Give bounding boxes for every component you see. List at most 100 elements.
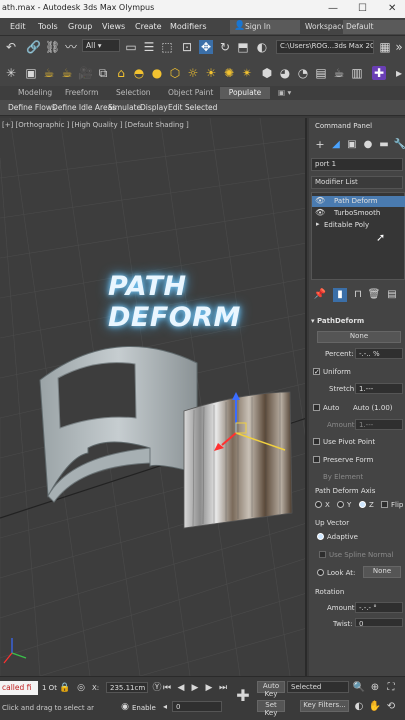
show-end-result-icon[interactable]: ▮ <box>333 288 347 302</box>
undo-icon[interactable]: ↶ <box>4 40 18 54</box>
tab-freeform[interactable]: Freeform <box>65 88 98 97</box>
scale-icon[interactable]: ⬒ <box>236 40 250 54</box>
hierarchy-tab-icon[interactable]: ▣ <box>345 138 359 152</box>
environment-icon[interactable]: ◔ <box>296 66 310 80</box>
tab-modeling[interactable]: Modeling <box>18 88 52 97</box>
tab-object-paint[interactable]: Object Paint <box>168 88 213 97</box>
preserve-form-checkbox[interactable] <box>313 456 320 463</box>
rotation-amount-spinner[interactable]: -.-.- ° <box>355 602 403 613</box>
key-set-dropdown[interactable]: Selected <box>287 681 349 693</box>
look-at-button[interactable]: None <box>363 566 401 578</box>
prev-frame-icon[interactable]: ◀ <box>174 681 188 695</box>
remove-modifier-icon[interactable]: 🗑 <box>367 288 381 302</box>
look-at-radio[interactable] <box>317 569 324 576</box>
twist-spinner[interactable]: 0 <box>355 618 403 627</box>
display-button[interactable]: Display <box>140 103 168 112</box>
adaptive-radio[interactable] <box>317 533 324 540</box>
teapot-icon[interactable]: ☕ <box>42 66 56 80</box>
lock-icon[interactable]: 🔒 <box>58 681 72 695</box>
stack-item-path-deform[interactable]: 👁 Path Deform <box>312 196 405 207</box>
stack-item-turbosmooth[interactable]: 👁 TurboSmooth <box>312 208 405 219</box>
define-flows-button[interactable]: Define Flows <box>8 103 56 112</box>
omni-light-icon[interactable]: ◓ <box>132 66 146 80</box>
uniform-checkbox[interactable]: ✓ <box>313 368 320 376</box>
select-object-icon[interactable]: ▭ <box>124 40 138 54</box>
flip-checkbox[interactable] <box>381 501 388 508</box>
play-icon[interactable]: ▶ <box>188 681 202 695</box>
unlink-icon[interactable]: ⛓ <box>45 40 60 54</box>
snaps-icon[interactable]: ▦ <box>378 40 392 54</box>
zoom-all-icon[interactable]: ⊕ <box>368 681 382 695</box>
next-frame-icon[interactable]: ▶ <box>202 681 216 695</box>
render-frame-window-icon[interactable]: ▥ <box>350 66 364 80</box>
go-to-end-icon[interactable]: ⏭ <box>216 681 230 695</box>
minimize-button[interactable]: — <box>328 3 338 14</box>
snap-toggle-icon[interactable]: ✳ <box>4 66 18 80</box>
bind-space-warp-icon[interactable]: 〰 <box>64 40 78 54</box>
more-right-icon[interactable]: ▸ <box>392 66 405 80</box>
x-coord-field[interactable]: 235.11cm <box>106 682 148 693</box>
modifier-list-dropdown[interactable]: Modifier List <box>311 176 403 189</box>
sign-in-button[interactable]: 👤 Sign In <box>230 20 300 34</box>
eye-icon[interactable]: 👁 <box>315 208 325 217</box>
frame-down-icon[interactable]: ◂ <box>158 700 172 714</box>
create-tab-icon[interactable]: + <box>313 138 327 152</box>
object-name-field[interactable]: port 1 <box>311 158 403 171</box>
rotate-icon[interactable]: ↻ <box>218 40 232 54</box>
modify-tab-icon[interactable]: ◢ <box>329 138 343 152</box>
enable-icon[interactable]: ◉ <box>118 700 132 714</box>
box-icon[interactable]: ⬢ <box>260 66 274 80</box>
menu-group[interactable]: Group <box>68 22 92 31</box>
menu-tools[interactable]: Tools <box>38 22 58 31</box>
render-frame-icon[interactable]: ▣ <box>24 66 38 80</box>
tab-populate[interactable]: Populate <box>220 87 270 99</box>
close-button[interactable]: ✕ <box>388 3 396 14</box>
use-spline-normal-checkbox[interactable] <box>319 551 326 558</box>
spotlight-icon[interactable]: ⌂ <box>114 66 128 80</box>
zoom-icon[interactable]: 🔍 <box>352 681 366 695</box>
window-crossing-icon[interactable]: ⊡ <box>180 40 194 54</box>
pin-stack-icon[interactable]: 📌 <box>313 288 327 302</box>
key-filters-button[interactable]: Key Filters... <box>300 700 349 712</box>
sky-icon[interactable]: ☀ <box>204 66 218 80</box>
percent-spinner[interactable]: -.-.. % <box>355 348 403 359</box>
arnold-icon[interactable]: ✚ <box>372 66 386 80</box>
orbit-icon[interactable]: ⟲ <box>384 700 398 714</box>
more-icon[interactable]: » <box>392 40 405 54</box>
expand-icon[interactable]: ▸ <box>316 220 320 228</box>
display-tab-icon[interactable]: ▬ <box>377 138 391 152</box>
zoom-extents-icon[interactable]: ⛶ <box>384 681 398 695</box>
rect-selection-icon[interactable]: ⬚ <box>160 40 174 54</box>
render-icon[interactable]: ☕ <box>60 66 74 80</box>
mirror-icon[interactable]: ⧉ <box>96 66 110 80</box>
pan-icon[interactable]: ✋ <box>368 700 382 714</box>
daylight-icon[interactable]: ☼ <box>186 66 200 80</box>
isolate-icon[interactable]: ◎ <box>74 681 88 695</box>
render-setup-icon[interactable]: ▤ <box>314 66 328 80</box>
move-icon[interactable]: ✥ <box>199 40 213 54</box>
edit-selected-button[interactable]: Edit Selected <box>168 103 217 112</box>
menu-views[interactable]: Views <box>102 22 125 31</box>
configure-sets-icon[interactable]: ▤ <box>385 288 399 302</box>
camera-icon[interactable]: 🎥 <box>78 66 93 80</box>
selection-filter-dropdown[interactable]: All ▾ <box>82 39 120 52</box>
select-by-name-icon[interactable]: ☰ <box>142 40 156 54</box>
add-time-tag-icon[interactable]: ✚ <box>234 688 252 707</box>
viewport[interactable]: [+] [Orthographic ] [High Quality ] [Def… <box>0 118 307 676</box>
pick-path-button[interactable]: None <box>317 331 401 343</box>
axis-y-radio[interactable] <box>337 501 344 508</box>
set-key-button[interactable]: Set Key <box>257 700 285 717</box>
menu-edit[interactable]: Edit <box>10 22 26 31</box>
project-path-field[interactable]: C:\Users\ROG...3ds Max 2024 <box>276 40 374 54</box>
ribbon-options-icon[interactable]: ▣ ▾ <box>278 88 291 97</box>
auto-checkbox[interactable] <box>313 404 320 411</box>
sparkle-icon[interactable]: ✴ <box>240 66 254 80</box>
amount-spinner[interactable]: 1.--- <box>355 419 403 430</box>
utilities-tab-icon[interactable]: 🔧 <box>393 138 405 152</box>
sphere-light-icon[interactable]: ● <box>150 66 164 80</box>
go-to-start-icon[interactable]: ⏮ <box>160 681 174 695</box>
menu-modifiers[interactable]: Modifiers <box>170 22 207 31</box>
field-of-view-icon[interactable]: ◐ <box>352 700 366 714</box>
stack-item-editable-poly[interactable]: ▸ Editable Poly <box>312 220 405 231</box>
stretch-spinner[interactable]: 1.--- <box>355 383 403 394</box>
